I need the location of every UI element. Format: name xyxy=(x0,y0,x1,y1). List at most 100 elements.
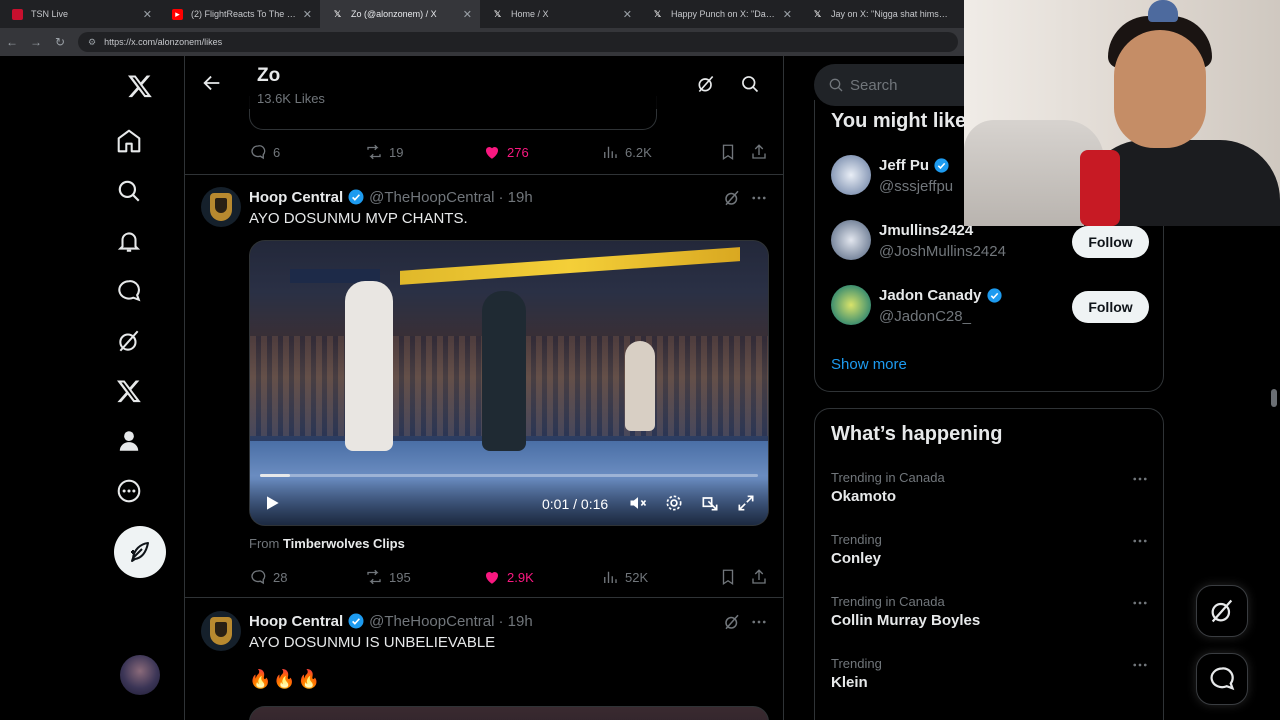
suggested-account[interactable]: Jmullins2424 @JoshMullins2424 Follow xyxy=(831,220,1149,264)
x-icon: 𝕏 xyxy=(813,8,822,19)
views-button[interactable]: 52K xyxy=(601,568,648,586)
close-icon[interactable]: ✕ xyxy=(463,8,472,21)
post-time[interactable]: · 19h xyxy=(498,613,532,630)
account-avatar[interactable] xyxy=(831,285,871,325)
account-avatar[interactable] xyxy=(831,155,871,195)
reply-button[interactable]: 28 xyxy=(249,568,287,586)
compose-post-button[interactable] xyxy=(114,526,166,578)
account-avatar[interactable] xyxy=(831,220,871,260)
more-options-icon[interactable] xyxy=(1131,594,1149,612)
author-handle[interactable]: @TheHoopCentral xyxy=(369,613,494,630)
browser-forward-icon[interactable]: → xyxy=(24,35,48,49)
trend-item[interactable]: Trending in Canada Okamoto xyxy=(831,470,1149,514)
search-icon[interactable] xyxy=(740,74,760,94)
close-icon[interactable]: ✕ xyxy=(783,8,792,21)
post-avatar[interactable] xyxy=(201,611,241,651)
grok-icon[interactable] xyxy=(723,613,741,631)
trends-panel: What’s happening Trending in Canada Okam… xyxy=(814,408,1164,720)
browser-tab[interactable]: 𝕏 Jay on X: "Nigga shat himself a xyxy=(800,0,960,28)
webcam-blue-cap xyxy=(1148,0,1178,22)
more-options-icon[interactable] xyxy=(750,613,768,631)
mute-icon[interactable] xyxy=(628,493,648,513)
x-logo-icon[interactable] xyxy=(120,68,160,104)
fullscreen-icon[interactable] xyxy=(736,493,756,513)
show-more-link[interactable]: Show more xyxy=(831,356,907,373)
messages-icon xyxy=(1210,667,1235,691)
messages-icon[interactable] xyxy=(112,274,146,308)
like-button[interactable]: 276 xyxy=(483,143,529,161)
trends-title: What’s happening xyxy=(831,423,1003,445)
suggested-account[interactable]: Jadon Canady @JadonC28_ Follow xyxy=(831,285,1149,329)
reply-button[interactable]: 6 xyxy=(249,143,280,161)
reload-icon[interactable]: ↻ xyxy=(48,35,72,49)
views-button[interactable]: 6.2K xyxy=(601,143,652,161)
views-count: 6.2K xyxy=(625,144,652,160)
trend-item[interactable]: Trending in Canada Collin Murray Boyles xyxy=(831,594,1149,638)
profile-icon[interactable] xyxy=(112,424,146,458)
more-circle-icon[interactable] xyxy=(112,474,146,508)
browser-tab[interactable]: 𝕏 Home / X ✕ xyxy=(480,0,640,28)
more-options-icon[interactable] xyxy=(750,189,768,207)
url-field[interactable]: ⚙ https://x.com/alonzonem/likes xyxy=(78,32,958,52)
grok-float-button[interactable] xyxy=(1196,585,1248,637)
bookmark-icon[interactable] xyxy=(719,568,737,586)
browser-tab[interactable]: 𝕏 Happy Punch on X: "Dana White ✕ xyxy=(640,0,800,28)
post-time[interactable]: · 19h xyxy=(498,189,532,206)
trend-topic: Conley xyxy=(831,550,882,567)
messages-float-button[interactable] xyxy=(1196,653,1248,705)
post-avatar[interactable] xyxy=(201,187,241,227)
page-title: Zo xyxy=(257,65,281,86)
site-info-icon[interactable]: ⚙ xyxy=(88,37,96,48)
browser-tab-active[interactable]: 𝕏 Zo (@alonzonem) / X ✕ xyxy=(320,0,480,28)
author-name[interactable]: Hoop Central xyxy=(249,613,343,630)
trend-item[interactable]: Trending Klein xyxy=(831,656,1149,700)
follow-button[interactable]: Follow xyxy=(1072,226,1149,258)
verified-badge-icon xyxy=(986,288,1002,303)
repost-button[interactable]: 195 xyxy=(365,568,411,586)
post-card[interactable]: Hoop Central @TheHoopCentral · 19h AYO D… xyxy=(185,174,783,599)
author-handle[interactable]: @TheHoopCentral xyxy=(369,189,494,206)
like-button[interactable]: 2.9K xyxy=(483,568,534,586)
close-icon[interactable]: ✕ xyxy=(623,8,632,21)
x-icon: 𝕏 xyxy=(653,8,662,19)
play-icon[interactable] xyxy=(262,493,282,513)
video-player[interactable]: 0:01 / 0:16 xyxy=(249,240,769,526)
close-icon[interactable]: ✕ xyxy=(143,8,152,21)
source-link[interactable]: Timberwolves Clips xyxy=(283,536,405,551)
settings-gear-icon[interactable] xyxy=(664,493,684,513)
share-icon[interactable] xyxy=(750,568,768,586)
grok-icon[interactable] xyxy=(112,324,146,358)
browser-back-icon[interactable]: ← xyxy=(0,35,24,49)
search-icon[interactable] xyxy=(112,174,146,208)
video-progress-bar[interactable] xyxy=(260,474,758,477)
back-arrow-icon[interactable] xyxy=(201,72,223,94)
main-timeline: Zo 13.6K Likes 6 19 276 6.2K Hoop Centra… xyxy=(184,56,784,720)
more-options-icon[interactable] xyxy=(1131,532,1149,550)
trend-category: Trending xyxy=(831,656,882,671)
picture-in-picture-icon[interactable] xyxy=(700,493,720,513)
browser-tab[interactable]: ▸ (2) FlightReacts To The Full NFL ✕ xyxy=(160,0,320,28)
url-text: https://x.com/alonzonem/likes xyxy=(104,37,223,47)
left-nav xyxy=(100,56,184,720)
post-card[interactable]: Hoop Central @TheHoopCentral · 19h AYO D… xyxy=(185,597,783,720)
follow-button[interactable]: Follow xyxy=(1072,291,1149,323)
repost-count: 19 xyxy=(389,144,404,160)
post-media[interactable] xyxy=(249,706,769,720)
trend-item[interactable]: Trending Conley xyxy=(831,532,1149,576)
page-scrollbar[interactable] xyxy=(1271,389,1277,407)
premium-x-icon[interactable] xyxy=(112,374,146,408)
browser-tab[interactable]: TSN Live ✕ xyxy=(0,0,160,28)
more-options-icon[interactable] xyxy=(1131,470,1149,488)
grok-icon[interactable] xyxy=(723,189,741,207)
author-name[interactable]: Hoop Central xyxy=(249,189,343,206)
share-icon[interactable] xyxy=(750,143,768,161)
account-avatar[interactable] xyxy=(120,655,160,695)
bookmark-icon[interactable] xyxy=(719,143,737,161)
grok-icon[interactable] xyxy=(696,74,716,94)
notifications-bell-icon[interactable] xyxy=(112,224,146,258)
close-icon[interactable]: ✕ xyxy=(303,8,312,21)
repost-button[interactable]: 19 xyxy=(365,143,403,161)
reply-icon xyxy=(251,570,266,585)
home-icon[interactable] xyxy=(112,124,146,158)
more-options-icon[interactable] xyxy=(1131,656,1149,674)
